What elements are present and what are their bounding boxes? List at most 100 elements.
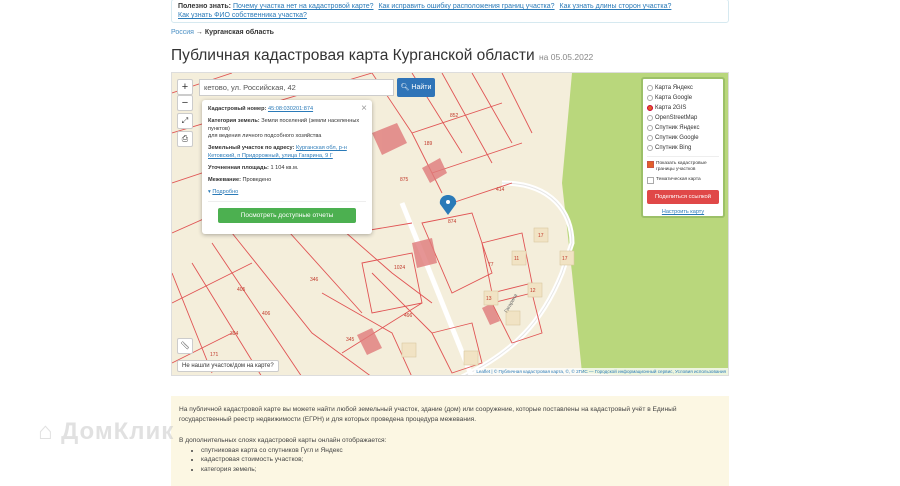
layer-option[interactable]: Карта Google — [647, 93, 719, 103]
layer-option[interactable]: Спутник Bing — [647, 143, 719, 153]
parcel-label: 1024 — [394, 265, 405, 271]
parcel-popup: × Кадастровый номер: 45:08:030201:874 Ка… — [202, 100, 372, 234]
category-label: Категория земель: — [208, 117, 260, 124]
parcel-label: 12 — [530, 288, 536, 294]
layer-label: Карта Яндекс — [655, 85, 693, 91]
view-reports-button[interactable]: Посмотреть доступные отчеты — [218, 208, 356, 224]
parcel-label: 405 — [237, 287, 246, 293]
show-borders-label: Показать кадастровые границы участков — [656, 161, 707, 173]
thematic-label: Тематическая карта — [656, 177, 701, 183]
zoom-in-button[interactable]: + — [177, 79, 193, 95]
cadastral-map[interactable]: 852 189 875 874 414 77 1024 346 405 406 … — [171, 72, 729, 376]
domclick-watermark-logo: ⌂ ДомКлик — [38, 418, 175, 445]
find-label: Найти — [411, 84, 432, 91]
radio[interactable] — [647, 95, 653, 101]
layer-option[interactable]: OpenStreetMap — [647, 113, 719, 123]
parcel-label: 406 — [262, 311, 271, 317]
radio[interactable] — [647, 125, 653, 131]
thematic-checkbox[interactable]: Тематическая карта — [647, 177, 719, 185]
layer-label: Карта Google — [655, 95, 693, 101]
cad-number-link[interactable]: 45:08:030201:874 — [268, 106, 313, 112]
parcel-label: 346 — [310, 277, 319, 283]
parcel-label: 11 — [514, 256, 519, 262]
parcel-label: 171 — [210, 352, 219, 358]
breadcrumb-root[interactable]: Россия — [171, 29, 194, 36]
breadcrumb: Россия → Курганская область — [171, 29, 274, 36]
parcel-label: 874 — [448, 219, 457, 225]
useful-label: Полезно знать: — [178, 3, 231, 10]
list-item: кадастровая стоимость участков; — [201, 455, 721, 465]
parcel-label: 852 — [450, 113, 459, 119]
layer-option[interactable]: Спутник Google — [647, 133, 719, 143]
more-label: Подробно — [212, 188, 239, 195]
attribution-text[interactable]: | © Публичная кадастровая карта, ©, © 2Г… — [491, 369, 726, 374]
list-item: категория земель; — [201, 465, 721, 475]
more-toggle[interactable]: ▾ Подробно — [208, 189, 366, 203]
survey-label: Межевание: — [208, 176, 241, 183]
parcel-label: 345 — [346, 337, 355, 343]
info-paragraph: На публичной кадастровой карте вы можете… — [179, 406, 677, 423]
breadcrumb-current: Курганская область — [204, 29, 274, 36]
caret-down-icon: ▾ — [208, 188, 211, 195]
print-icon[interactable]: ⎙ — [177, 131, 193, 147]
zoom-out-button[interactable]: − — [177, 95, 193, 111]
radio[interactable] — [647, 135, 653, 141]
layer-option[interactable]: Карта 2GIS — [647, 103, 719, 113]
radio[interactable] — [647, 115, 653, 121]
layer-switcher: Карта Яндекс Карта Google Карта 2GIS Ope… — [641, 77, 725, 218]
layer-label: Спутник Bing — [655, 145, 692, 151]
parcel-label: 414 — [496, 187, 505, 193]
parcel-label: 496 — [404, 313, 413, 319]
setup-map-link[interactable]: Настроить карту — [647, 209, 719, 215]
show-borders-checkbox[interactable]: Показать кадастровые границы участков — [647, 161, 719, 173]
survey-value: Проведено — [242, 176, 272, 183]
tip-link[interactable]: Как исправить ошибку расположения границ… — [378, 3, 554, 10]
title-text: Публичная кадастровая карта Курганской о… — [171, 47, 535, 64]
list-item: спутниковая карта со спутников Гугл и Ян… — [201, 446, 721, 456]
useful-links-bar: Полезно знать: Почему участка нет на кад… — [171, 0, 729, 23]
area-label: Уточненная площадь: — [208, 164, 269, 171]
radio-selected[interactable] — [647, 105, 653, 111]
radio[interactable] — [647, 85, 653, 91]
close-icon[interactable]: × — [361, 102, 367, 116]
parcel-label: 13 — [486, 296, 492, 302]
parcel-label: 394 — [230, 331, 239, 337]
location-marker-icon[interactable] — [439, 195, 457, 215]
search-icon: 🔍︎ — [400, 84, 410, 91]
cad-label: Кадастровый номер: — [208, 106, 267, 112]
layer-label: Карта 2GIS — [655, 105, 687, 111]
map-attribution: Leaflet | © Публичная кадастровая карта,… — [474, 368, 728, 375]
radio[interactable] — [647, 145, 653, 151]
tip-link[interactable]: Как узнать длины сторон участка? — [560, 3, 672, 10]
share-link-button[interactable]: Поделиться ссылкой — [647, 190, 719, 205]
ruler-icon[interactable]: 📏︎ — [177, 338, 193, 354]
leaflet-link[interactable]: Leaflet — [476, 369, 490, 374]
info-paragraph: В дополнительных слоях кадастровой карты… — [179, 437, 387, 445]
tip-link[interactable]: Как узнать ФИО собственника участка? — [178, 12, 307, 19]
parcel-label: 77 — [488, 262, 494, 268]
info-section: На публичной кадастровой карте вы можете… — [171, 396, 729, 486]
address-search-input[interactable]: кетово, ул. Российская, 42 — [199, 79, 394, 96]
parcel-label: 189 — [424, 141, 433, 147]
parcel-label: 875 — [400, 177, 409, 183]
fullscreen-icon[interactable]: ⤢ — [177, 113, 193, 129]
category-use: для ведения личного подсобного хозяйства — [208, 133, 322, 140]
layer-label: Спутник Яндекс — [655, 125, 700, 131]
not-found-button[interactable]: Не нашли участок/дом на карте? — [177, 360, 279, 372]
layer-label: OpenStreetMap — [655, 115, 698, 121]
area-value: 1 104 кв.м. — [270, 164, 299, 171]
parcel-label: 17 — [538, 233, 544, 239]
layer-label: Спутник Google — [655, 135, 699, 141]
page-title: Публичная кадастровая карта Курганской о… — [171, 47, 593, 65]
find-button[interactable]: 🔍︎ Найти — [397, 78, 435, 97]
tip-link[interactable]: Почему участка нет на кадастровой карте? — [233, 3, 374, 10]
layer-option[interactable]: Карта Яндекс — [647, 83, 719, 93]
breadcrumb-separator: → — [195, 29, 203, 36]
address-label: Земельный участок по адресу: — [208, 145, 295, 152]
parcel-label: 17 — [562, 256, 568, 262]
checkbox-checked[interactable] — [647, 161, 654, 168]
info-list: спутниковая карта со спутников Гугл и Ян… — [201, 446, 721, 475]
title-date: на 05.05.2022 — [538, 52, 594, 62]
checkbox[interactable] — [647, 177, 654, 185]
layer-option[interactable]: Спутник Яндекс — [647, 123, 719, 133]
